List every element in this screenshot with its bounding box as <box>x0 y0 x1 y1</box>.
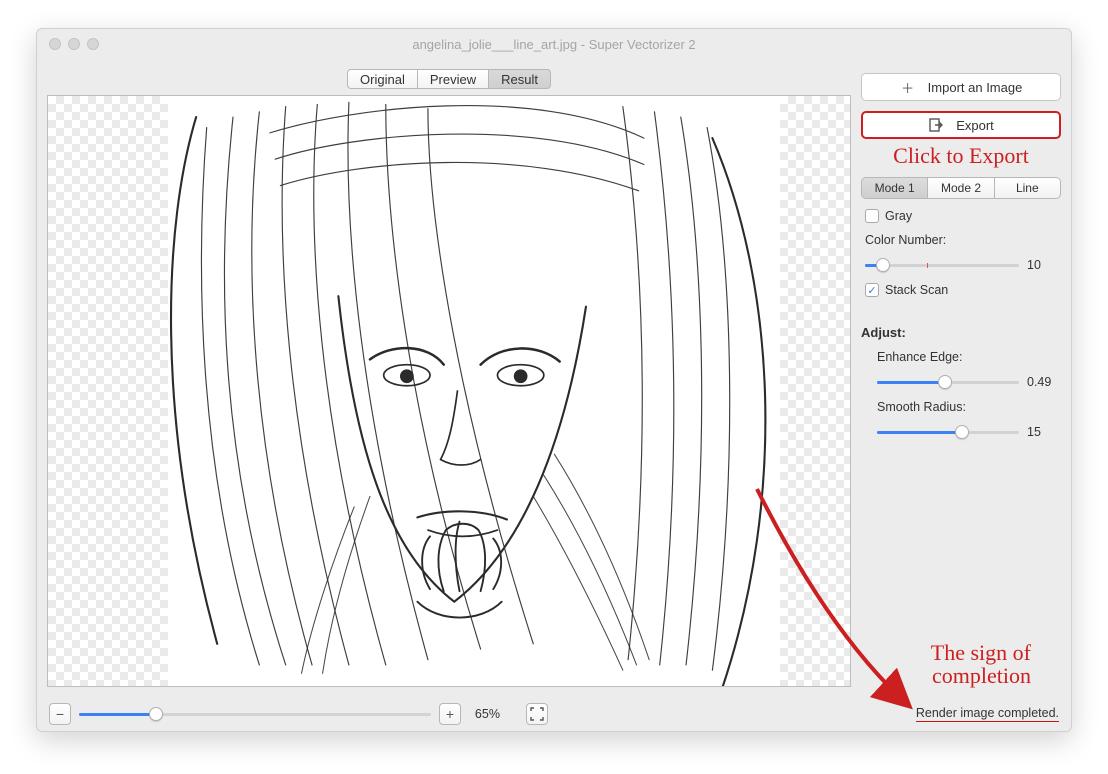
mode-1-tab[interactable]: Mode 1 <box>861 177 928 199</box>
enhance-edge-slider[interactable] <box>877 374 1019 390</box>
smooth-radius-label: Smooth Radius: <box>861 400 1061 414</box>
zoom-slider[interactable] <box>79 706 431 722</box>
window-controls <box>49 38 99 50</box>
tab-original[interactable]: Original <box>347 69 418 89</box>
canvas-viewport[interactable] <box>47 95 851 687</box>
window-title: angelina_jolie___line_art.jpg - Super Ve… <box>37 37 1071 52</box>
smooth-radius-value: 15 <box>1027 425 1061 439</box>
color-number-row: 10 <box>861 257 1061 273</box>
import-label: Import an Image <box>928 80 1023 95</box>
color-number-slider[interactable] <box>865 257 1019 273</box>
zoom-value: 65% <box>475 707 500 721</box>
smooth-radius-slider[interactable] <box>877 424 1019 440</box>
close-dot[interactable] <box>49 38 61 50</box>
plus-icon: ＋ <box>900 78 916 97</box>
zoom-dot[interactable] <box>87 38 99 50</box>
enhance-edge-label: Enhance Edge: <box>861 350 1061 364</box>
mode-line-tab[interactable]: Line <box>995 177 1061 199</box>
stack-scan-checkbox[interactable]: ✓ <box>865 283 879 297</box>
mode-2-tab[interactable]: Mode 2 <box>928 177 994 199</box>
export-button[interactable]: Export <box>861 111 1061 139</box>
gray-checkbox[interactable] <box>865 209 879 223</box>
stack-scan-row: ✓ Stack Scan <box>861 283 1061 297</box>
sidebar: ＋ Import an Image Export Click to Export… <box>861 69 1061 687</box>
mode-tab-group: Mode 1 Mode 2 Line <box>861 177 1061 199</box>
canvas-area: Original Preview Result <box>47 69 851 687</box>
adjust-heading: Adjust: <box>861 325 1061 340</box>
footer: − + 65% Render image completed. <box>37 697 1071 731</box>
tab-result[interactable]: Result <box>489 69 551 89</box>
enhance-edge-row: 0.49 <box>861 374 1061 390</box>
zoom-in-button[interactable]: + <box>439 703 461 725</box>
import-button[interactable]: ＋ Import an Image <box>861 73 1061 101</box>
annotation-click-to-export: Click to Export <box>861 145 1061 167</box>
vectorized-image <box>48 96 850 686</box>
status-text: Render image completed. <box>916 706 1059 722</box>
gray-label: Gray <box>885 209 912 223</box>
titlebar: angelina_jolie___line_art.jpg - Super Ve… <box>37 29 1071 59</box>
enhance-edge-value: 0.49 <box>1027 375 1061 389</box>
color-number-value: 10 <box>1027 258 1061 272</box>
tab-preview[interactable]: Preview <box>418 69 489 89</box>
gray-row: Gray <box>861 209 1061 223</box>
fit-screen-button[interactable] <box>526 703 548 725</box>
zoom-out-button[interactable]: − <box>49 703 71 725</box>
window-body: Original Preview Result <box>37 59 1071 697</box>
minimize-dot[interactable] <box>68 38 80 50</box>
view-tab-group: Original Preview Result <box>347 69 551 89</box>
color-number-label: Color Number: <box>861 233 1061 247</box>
export-label: Export <box>956 118 994 133</box>
app-window: angelina_jolie___line_art.jpg - Super Ve… <box>36 28 1072 732</box>
export-icon <box>928 118 944 132</box>
smooth-radius-row: 15 <box>861 424 1061 440</box>
stack-scan-label: Stack Scan <box>885 283 948 297</box>
